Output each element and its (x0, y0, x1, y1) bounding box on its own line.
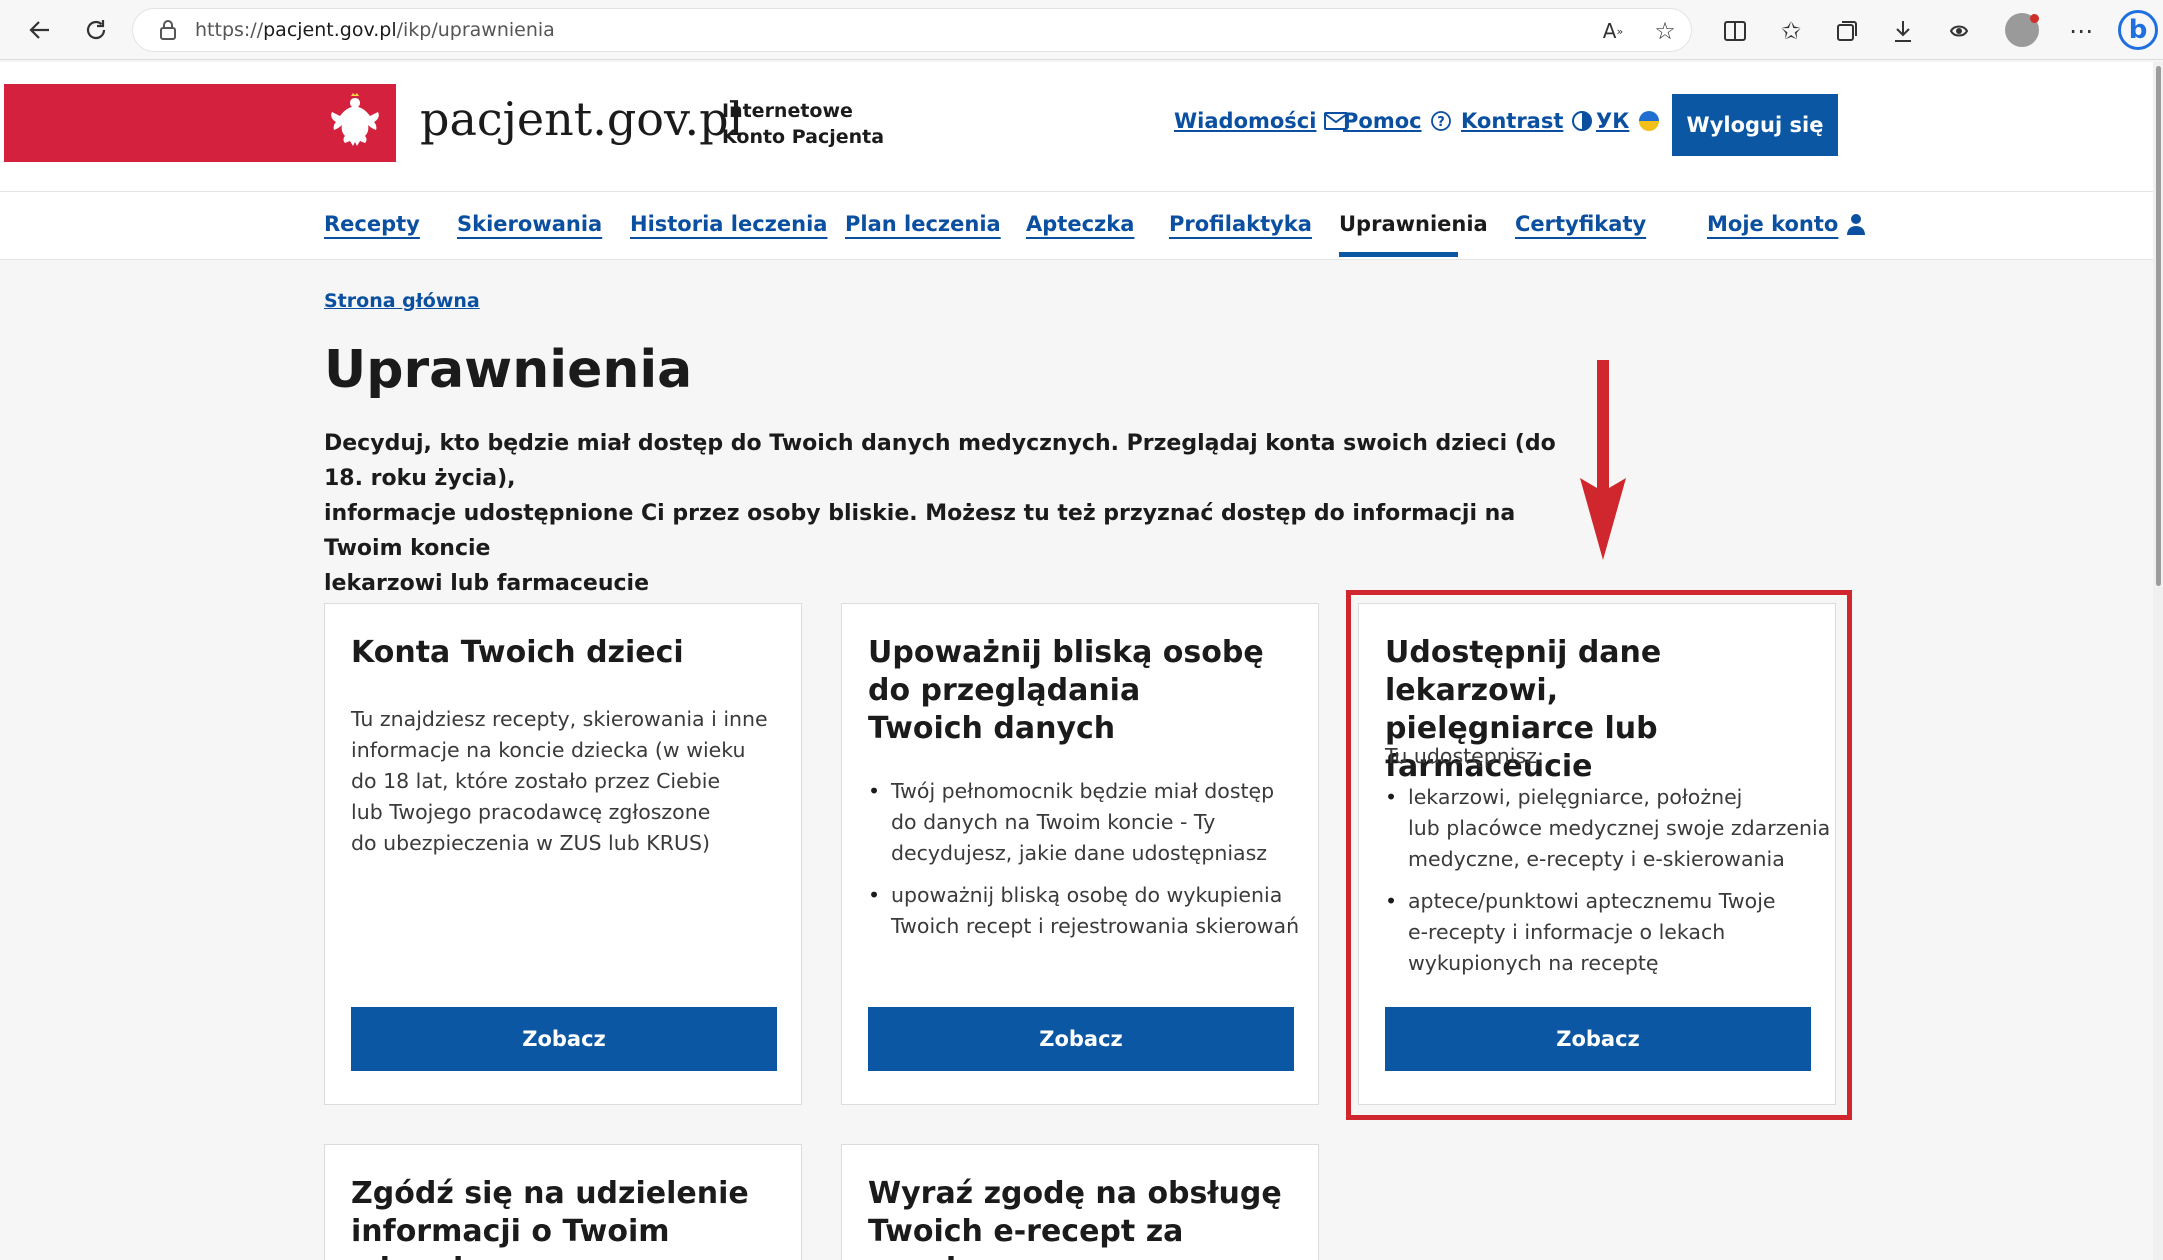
back-arrow-icon[interactable] (22, 12, 58, 48)
red-arrow-down-icon (1580, 360, 1626, 560)
logout-button[interactable]: Wyloguj się (1672, 94, 1838, 156)
favorite-star-icon[interactable]: ☆ (1648, 14, 1682, 48)
favorites-icon[interactable]: ✩ (1774, 14, 1808, 48)
messages-link[interactable]: Wiadomości (1174, 109, 1349, 133)
download-icon[interactable] (1886, 14, 1920, 48)
card-erecept-abroad: Wyraź zgodę na obsługę Twoich e-recept z… (841, 1144, 1319, 1260)
see-children-accounts-button[interactable]: Zobacz (351, 1007, 777, 1071)
scrollbar-thumb[interactable] (2156, 66, 2161, 586)
browser-toolbar: https://pacjent.gov.pl/ikp/uprawnienia A… (0, 0, 2163, 60)
nav-item-certyfikaty[interactable]: Certyfikaty (1515, 212, 1646, 236)
page-title: Uprawnienia (324, 340, 693, 400)
see-authorize-person-button[interactable]: Zobacz (868, 1007, 1294, 1071)
split-screen-icon[interactable] (1718, 14, 1752, 48)
nav-item-skierowania[interactable]: Skierowania (457, 212, 602, 236)
nav-item-profilaktyka[interactable]: Profilaktyka (1169, 212, 1312, 236)
polish-eagle-icon (331, 93, 379, 146)
collections-icon[interactable] (1830, 14, 1864, 48)
address-bar[interactable]: https://pacjent.gov.pl/ikp/uprawnienia (132, 8, 1692, 52)
active-tab-indicator (1339, 252, 1458, 257)
card-children-accounts: Konta Twoich dzieci Tu znajdziesz recept… (324, 603, 802, 1105)
main-navigation: Recepty Skierowania Historia leczenia Pl… (0, 192, 2163, 260)
refresh-icon[interactable] (78, 12, 114, 48)
card-title: Zgódź się na udzielenie informacji o Two… (351, 1176, 749, 1260)
brand-logo-text[interactable]: pacjent.gov.pl (420, 92, 743, 146)
lock-icon (159, 19, 177, 45)
card-bullet-list: Twój pełnomocnik będzie miał dostęp do d… (868, 776, 1299, 953)
card-title: Wyraź zgodę na obsługę Twoich e-recept z… (868, 1176, 1282, 1260)
notification-dot-icon (2030, 14, 2039, 23)
brand-subtitle: Internetowe Konto Pacjenta (722, 100, 885, 148)
card-title: Upoważnij bliską osobę do przeglądania T… (868, 635, 1264, 746)
more-menu-icon[interactable]: ⋯ (2064, 14, 2098, 48)
language-link[interactable]: УК (1596, 109, 1661, 133)
card-authorize-close-person: Upoważnij bliską osobę do przeglądania T… (841, 603, 1319, 1105)
nav-item-apteczka[interactable]: Apteczka (1026, 212, 1134, 236)
ukraine-flag-icon (1639, 111, 1660, 131)
breadcrumb-home-link[interactable]: Strona główna (324, 290, 480, 312)
read-aloud-icon[interactable]: A» (1596, 14, 1630, 48)
list-item: Twój pełnomocnik będzie miał dostęp do d… (868, 776, 1299, 869)
nav-item-plan-leczenia[interactable]: Plan leczenia (845, 212, 1001, 236)
svg-text:?: ? (1437, 115, 1445, 130)
page-lead-text: Decyduj, kto będzie miał dostęp do Twoic… (324, 431, 1556, 596)
list-item: upoważnij bliską osobę do wykupienia Two… (868, 880, 1299, 942)
contrast-link[interactable]: Kontrast (1461, 109, 1593, 133)
nav-item-recepty[interactable]: Recepty (324, 212, 420, 236)
nav-item-moje-konto[interactable]: Moje konto (1707, 212, 1866, 236)
bing-chat-icon[interactable]: b (2118, 10, 2158, 50)
question-circle-icon: ? (1430, 111, 1451, 131)
card-consent-health-info: Zgódź się na udzielenie informacji o Two… (324, 1144, 802, 1260)
contrast-icon (1572, 111, 1593, 131)
red-highlight-frame (1346, 590, 1852, 1120)
extensions-icon[interactable] (1942, 14, 1976, 48)
nav-item-uprawnienia[interactable]: Uprawnienia (1339, 212, 1488, 236)
help-link[interactable]: Pomoc ? (1343, 109, 1452, 133)
site-header: pacjent.gov.pl Internetowe Konto Pacjent… (0, 62, 2163, 192)
nav-item-historia-leczenia[interactable]: Historia leczenia (630, 212, 827, 236)
card-description: Tu znajdziesz recepty, skierowania i inn… (351, 707, 768, 855)
card-title: Konta Twoich dzieci (351, 635, 684, 670)
url-text: https://pacjent.gov.pl/ikp/uprawnienia (195, 19, 555, 41)
user-icon (1847, 214, 1866, 235)
